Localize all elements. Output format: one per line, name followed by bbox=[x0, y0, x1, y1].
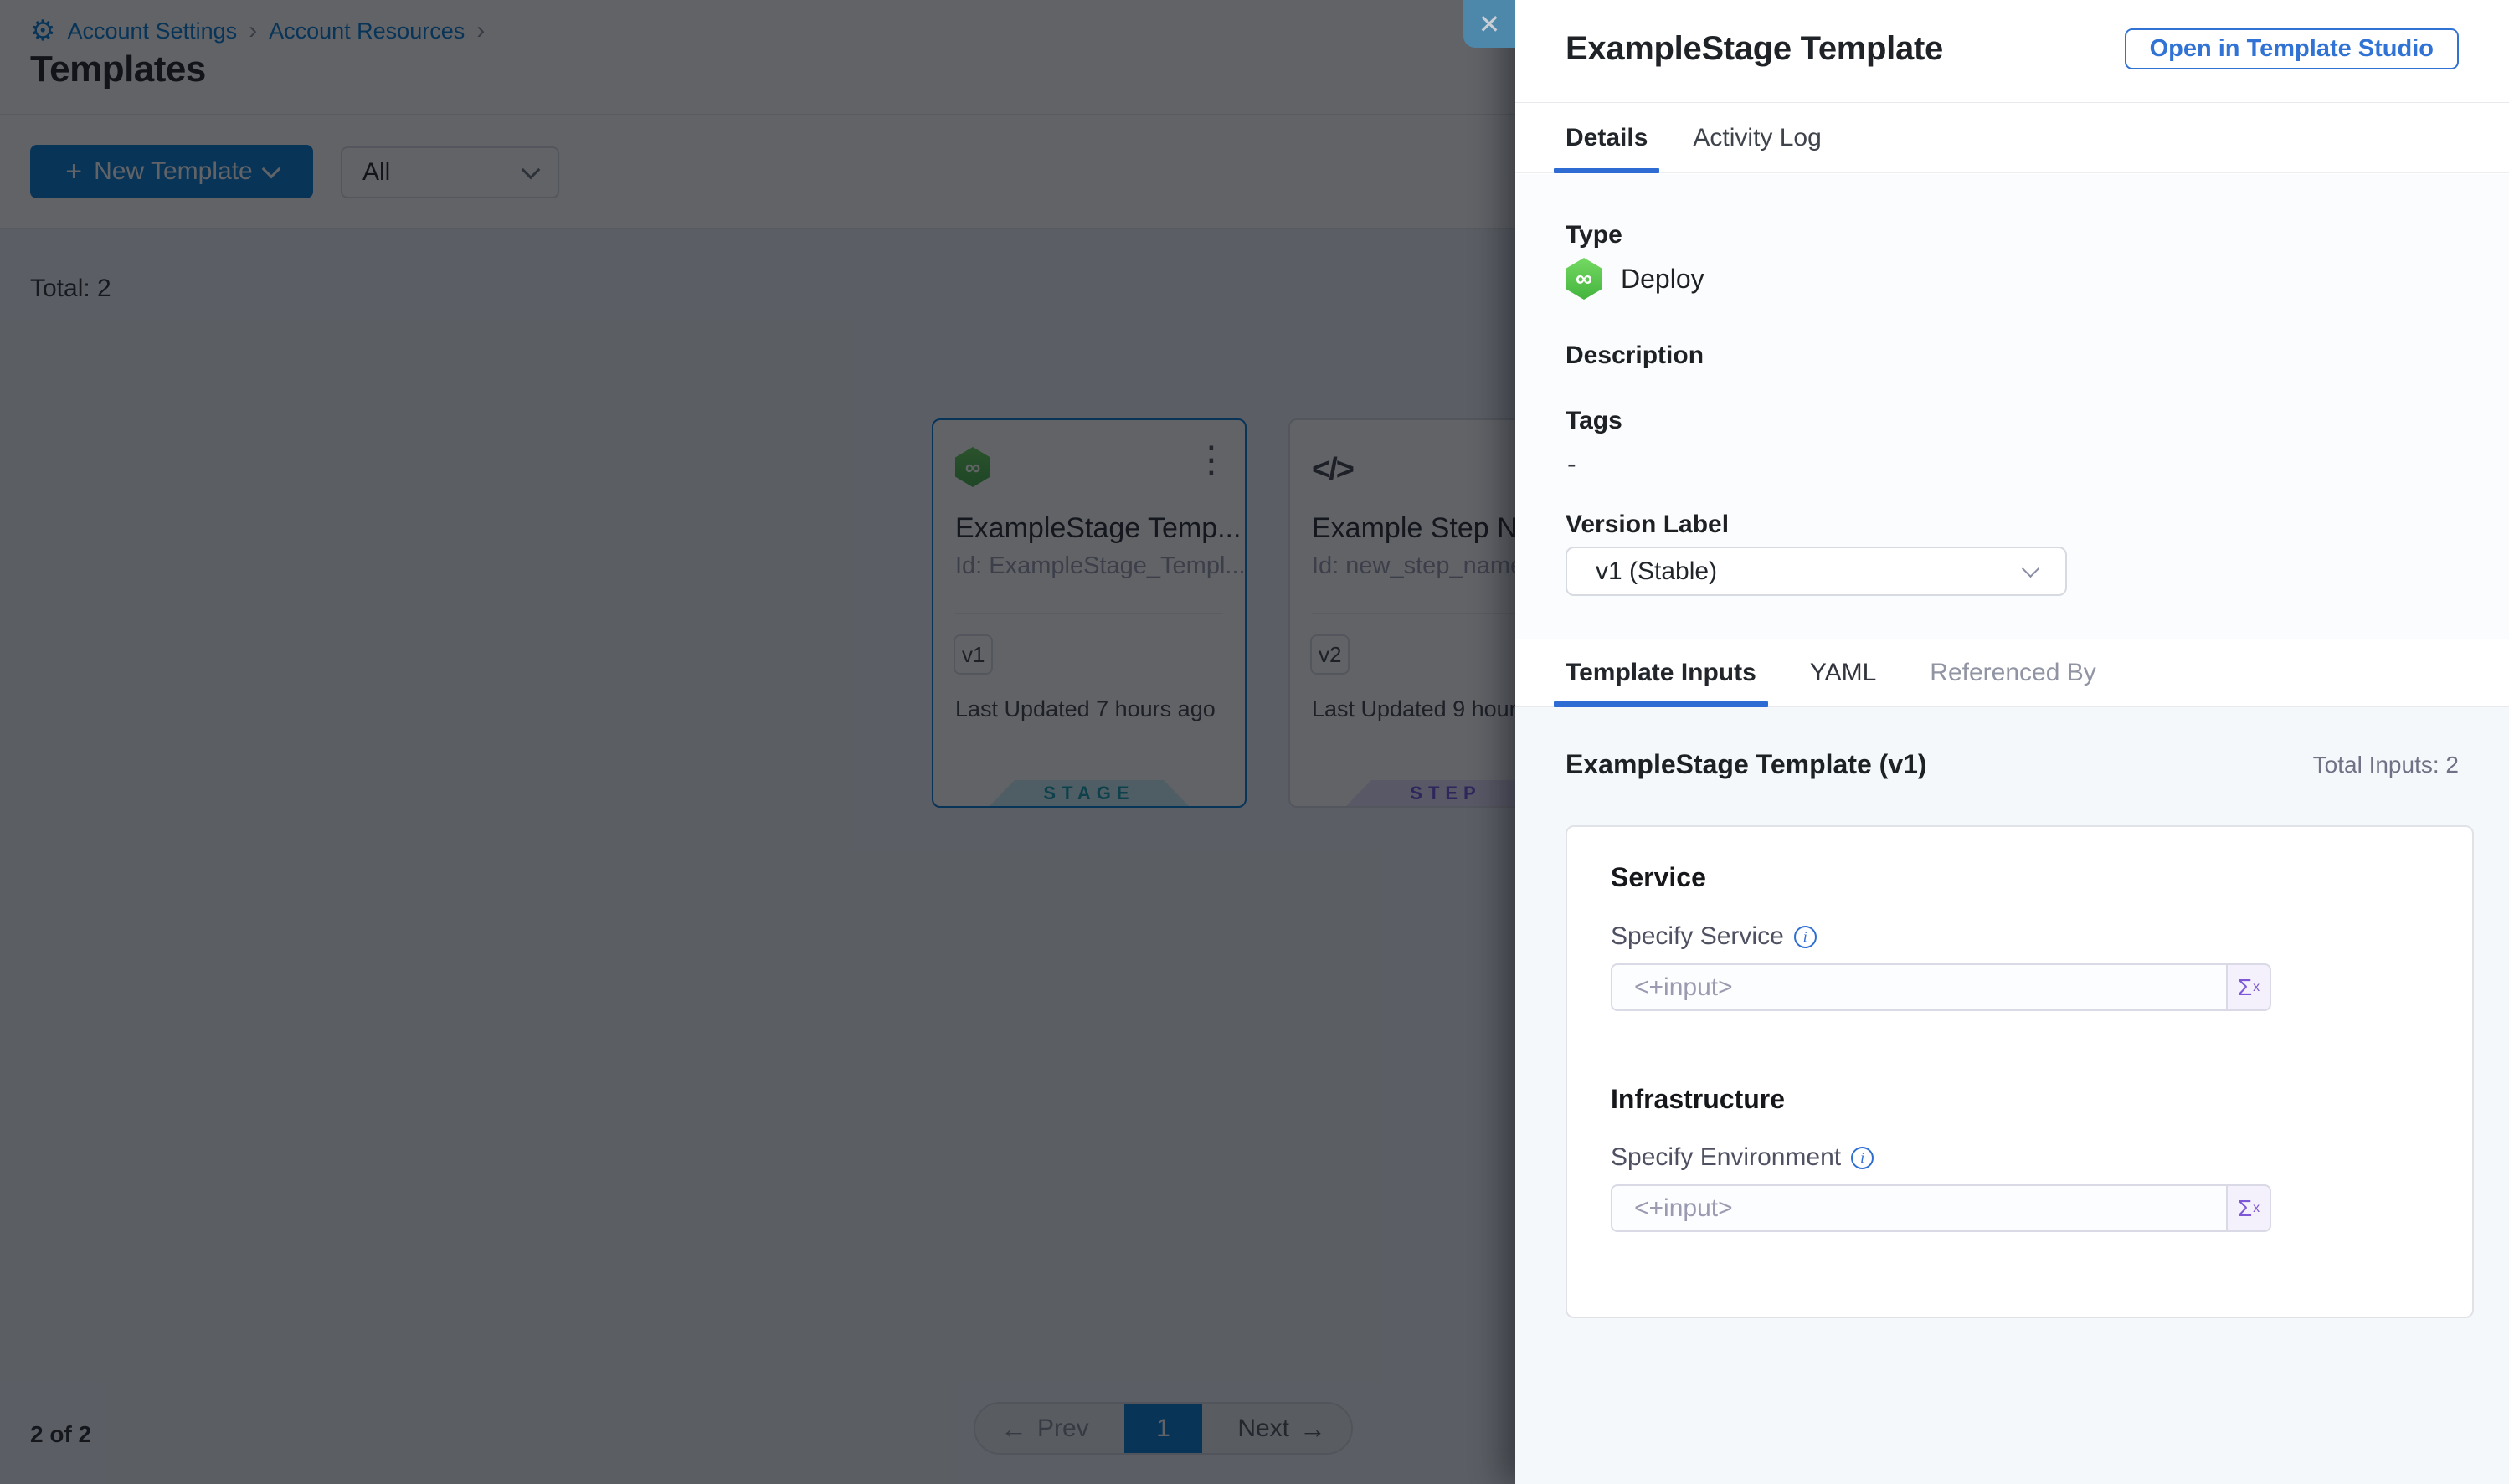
expression-toggle-button[interactable]: Σx bbox=[2228, 963, 2271, 1011]
type-value-row: ∞ Deploy bbox=[1566, 258, 1704, 300]
specify-environment-label: Specify Environment bbox=[1611, 1143, 1841, 1172]
type-value: Deploy bbox=[1621, 264, 1704, 295]
version-select-value: v1 (Stable) bbox=[1596, 557, 1717, 586]
drawer-inner-tabs: Template Inputs YAML Referenced By bbox=[1515, 639, 2509, 707]
specify-service-label-row: Specify Service i bbox=[1611, 922, 1817, 951]
inputs-form-card: Service Specify Service i Σx Infrastruct… bbox=[1566, 825, 2474, 1318]
chevron-down-icon bbox=[2022, 559, 2039, 577]
description-label: Description bbox=[1566, 341, 1704, 370]
open-template-studio-button[interactable]: Open in Template Studio bbox=[2125, 28, 2459, 69]
version-select[interactable]: v1 (Stable) bbox=[1566, 547, 2067, 596]
info-icon[interactable]: i bbox=[1794, 926, 1817, 948]
environment-input[interactable] bbox=[1611, 1184, 2228, 1232]
expression-toggle-button[interactable]: Σx bbox=[2228, 1184, 2271, 1232]
tab-activity-log[interactable]: Activity Log bbox=[1693, 103, 1821, 172]
sigma-icon: Σ bbox=[2238, 974, 2252, 1001]
tab-yaml[interactable]: YAML bbox=[1810, 639, 1876, 706]
cd-module-icon: ∞ bbox=[1566, 258, 1602, 300]
type-label: Type bbox=[1566, 221, 1622, 249]
sigma-icon: Σ bbox=[2238, 1195, 2252, 1222]
tab-details[interactable]: Details bbox=[1566, 103, 1648, 172]
infinity-icon: ∞ bbox=[1576, 265, 1592, 292]
close-icon: ✕ bbox=[1478, 8, 1501, 40]
inputs-header: ExampleStage Template (v1) Total Inputs:… bbox=[1566, 749, 2459, 780]
service-section-title: Service bbox=[1611, 862, 1706, 893]
details-section: Type ∞ Deploy Description Tags - Version… bbox=[1515, 174, 2509, 639]
tags-value: - bbox=[1567, 449, 1576, 480]
tags-label: Tags bbox=[1566, 407, 1622, 435]
template-inputs-panel: ExampleStage Template (v1) Total Inputs:… bbox=[1515, 707, 2509, 1484]
specify-environment-label-row: Specify Environment i bbox=[1611, 1143, 1874, 1172]
sigma-sup: x bbox=[2253, 980, 2260, 995]
drawer-tabs: Details Activity Log bbox=[1515, 103, 2509, 173]
tab-template-inputs[interactable]: Template Inputs bbox=[1566, 639, 1756, 706]
template-details-drawer: ✕ ExampleStage Template Open in Template… bbox=[1515, 0, 2509, 1484]
tab-referenced-by[interactable]: Referenced By bbox=[1930, 639, 2095, 706]
version-label: Version Label bbox=[1566, 511, 1729, 539]
drawer-title: ExampleStage Template bbox=[1566, 30, 1943, 68]
close-drawer-button[interactable]: ✕ bbox=[1463, 0, 1515, 48]
infrastructure-section-title: Infrastructure bbox=[1611, 1084, 1785, 1115]
environment-input-row: Σx bbox=[1611, 1184, 2271, 1232]
drawer-header: ExampleStage Template Open in Template S… bbox=[1515, 0, 2509, 103]
specify-service-label: Specify Service bbox=[1611, 922, 1784, 951]
service-input-row: Σx bbox=[1611, 963, 2271, 1011]
info-icon[interactable]: i bbox=[1851, 1147, 1874, 1169]
inputs-heading: ExampleStage Template (v1) bbox=[1566, 749, 1927, 780]
inputs-total: Total Inputs: 2 bbox=[2313, 752, 2459, 778]
sigma-sup: x bbox=[2253, 1201, 2260, 1216]
service-input[interactable] bbox=[1611, 963, 2228, 1011]
